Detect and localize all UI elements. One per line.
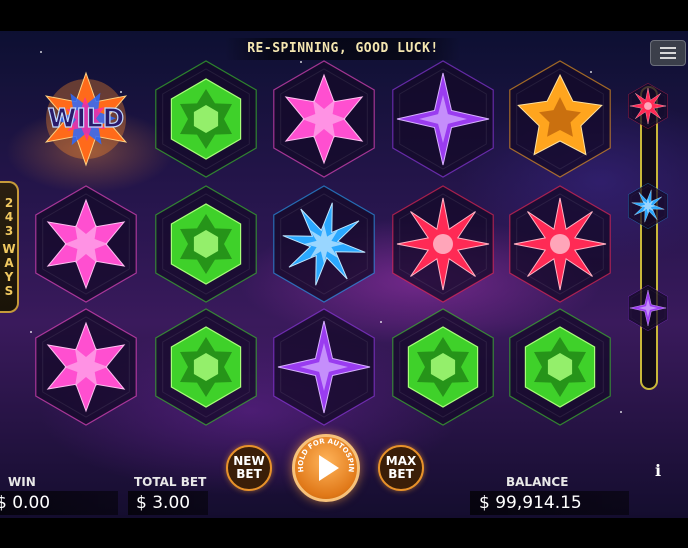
status-banner: RE-SPINNING, GOOD LUCK! <box>225 38 461 60</box>
star-decoration <box>620 411 622 413</box>
pink-gem-symbol <box>30 307 142 427</box>
total-bet-label: TOTAL BET <box>134 475 207 489</box>
spin-button[interactable]: HOLD FOR AUTOSPIN <box>292 434 360 502</box>
max-bet-label-line2: BET <box>388 467 414 481</box>
new-bet-button[interactable]: NEW BET <box>226 445 272 491</box>
balance-value: $ 99,914.15 <box>470 491 629 515</box>
ways-label: WAYS <box>2 242 16 298</box>
hamburger-icon <box>660 47 676 49</box>
green-gem-symbol <box>150 307 262 427</box>
pink-gem-symbol <box>268 59 380 179</box>
side-reel-purple-gem-symbol <box>626 283 670 333</box>
side-reel-track <box>640 86 658 390</box>
play-icon: HOLD FOR AUTOSPIN <box>297 437 355 481</box>
green-gem-symbol <box>504 307 616 427</box>
max-bet-button[interactable]: MAX BET <box>378 445 424 491</box>
star-decoration <box>380 321 382 323</box>
green-gem-symbol <box>150 184 262 304</box>
menu-button[interactable] <box>650 40 686 66</box>
new-bet-label-line2: BET <box>236 467 262 481</box>
ways-badge: 243 WAYS <box>0 181 19 313</box>
win-value: $ 0.00 <box>0 491 118 515</box>
svg-text:WILD: WILD <box>48 104 125 134</box>
hamburger-icon <box>660 57 676 59</box>
green-gem-symbol <box>387 307 499 427</box>
total-bet-value: $ 3.00 <box>128 491 208 515</box>
win-label: WIN <box>8 475 36 489</box>
side-reel-red-gem-symbol <box>626 81 670 131</box>
star-decoration <box>40 51 42 53</box>
blue-gem-symbol <box>268 184 380 304</box>
hamburger-icon <box>660 52 676 54</box>
wild-symbol: WILD <box>30 59 142 179</box>
info-icon[interactable]: i <box>651 461 665 481</box>
red-gem-symbol <box>504 184 616 304</box>
red-gem-symbol <box>387 184 499 304</box>
orange-gem-symbol <box>504 59 616 179</box>
side-reel-blue-gem-symbol <box>626 181 670 231</box>
green-gem-symbol <box>150 59 262 179</box>
pink-gem-symbol <box>30 184 142 304</box>
game-stage: RE-SPINNING, GOOD LUCK! 243 WAYS WILD WI… <box>0 31 688 518</box>
balance-label: BALANCE <box>506 475 569 489</box>
purple-gem-symbol <box>268 307 380 427</box>
purple-gem-symbol <box>387 59 499 179</box>
ways-count: 243 <box>2 196 16 238</box>
